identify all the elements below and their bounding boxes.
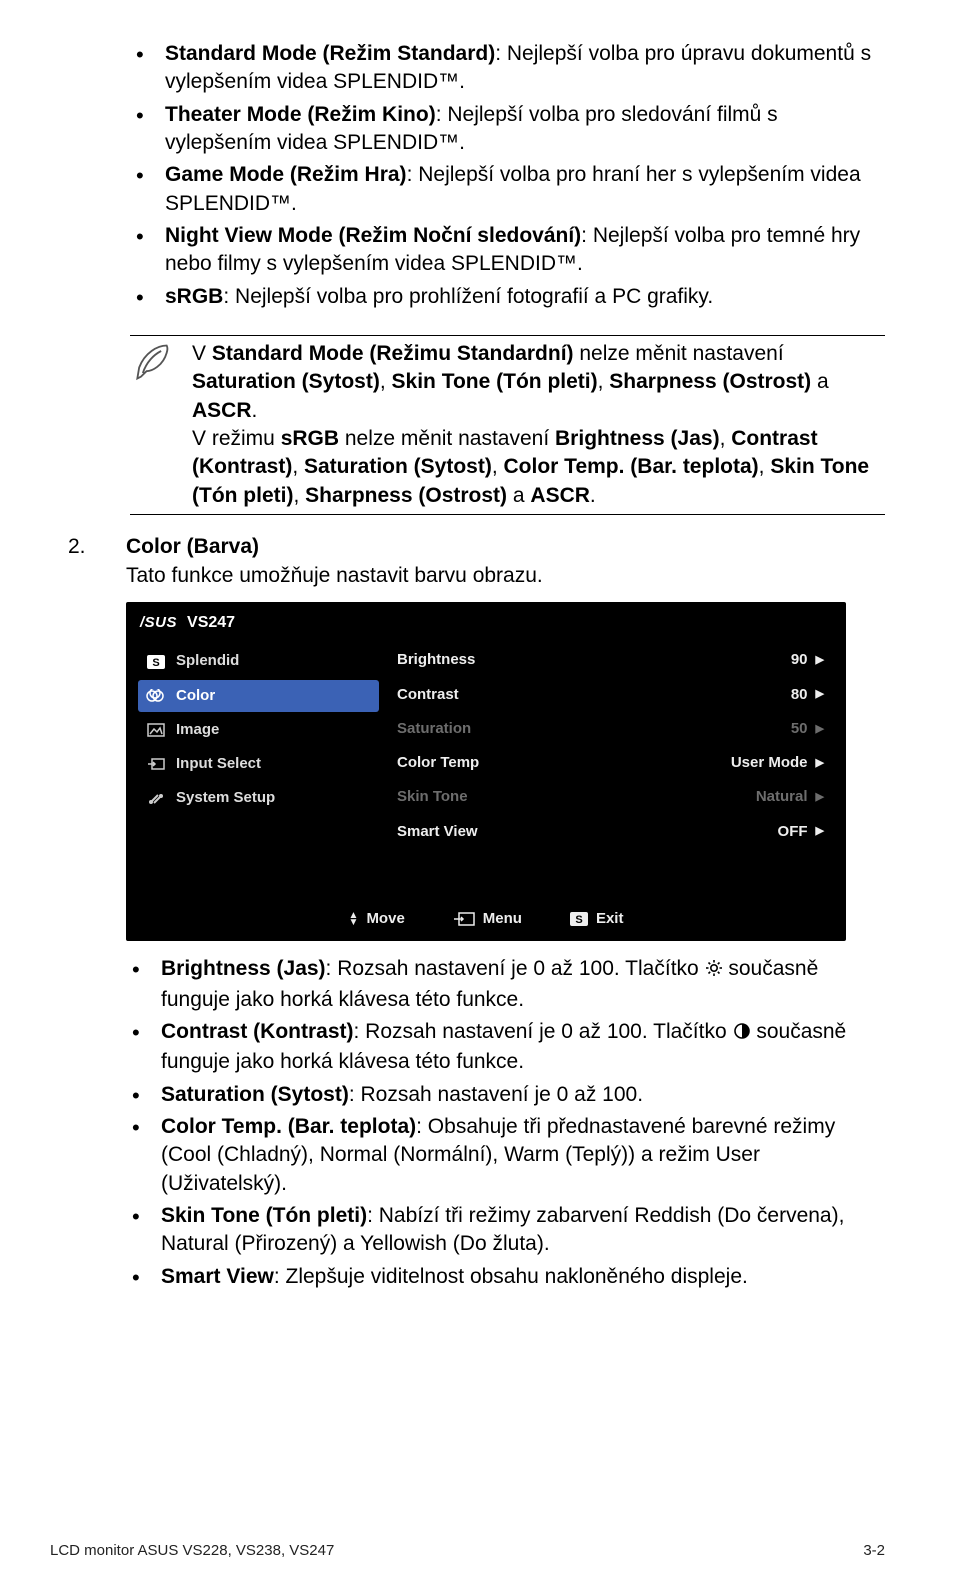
chevron-right-icon: ▶ <box>816 653 824 668</box>
menu-label: System Setup <box>176 788 275 808</box>
note-block: V Standard Mode (Režimu Standardní) nelz… <box>130 335 885 515</box>
osd-menu-color[interactable]: Color <box>138 680 379 712</box>
osd-footer-move[interactable]: ▲▼ Move <box>349 909 405 929</box>
input-icon <box>146 757 166 771</box>
footer-left: LCD monitor ASUS VS228, VS238, VS247 <box>50 1541 334 1561</box>
osd-menu: /SUS VS247 S Splendid Color Image <box>126 602 846 941</box>
mode-desc: : Nejlepší volba pro prohlížení fotograf… <box>223 285 713 308</box>
osd-footer: ▲▼ Move Menu S Exit <box>126 899 846 941</box>
mode-name: Night View Mode (Režim Noční sledování) <box>165 224 581 247</box>
contrast-icon <box>733 1020 751 1048</box>
asus-logo-icon: /SUS <box>140 613 177 633</box>
section-color: 2. Color (Barva) Tato funkce umožňuje na… <box>50 533 885 1295</box>
image-icon <box>146 723 166 737</box>
osd-footer-exit[interactable]: S Exit <box>570 909 624 929</box>
chevron-right-icon: ▶ <box>816 756 824 771</box>
osd-footer-menu[interactable]: Menu <box>453 909 522 929</box>
chevron-right-icon: ▶ <box>816 722 824 737</box>
chevron-right-icon: ▶ <box>816 790 824 805</box>
osd-row-brightness[interactable]: Brightness90▶ <box>391 643 830 677</box>
osd-menu-system-setup[interactable]: System Setup <box>138 782 379 814</box>
list-item: Brightness (Jas): Rozsah nastavení je 0 … <box>126 955 885 1014</box>
s-badge-icon: S <box>146 655 166 669</box>
svg-text:S: S <box>575 914 582 926</box>
list-item: Skin Tone (Tón pleti): Nabízí tři režimy… <box>126 1202 885 1259</box>
menu-label: Image <box>176 720 219 740</box>
mode-name: sRGB <box>165 285 223 308</box>
menu-label: Color <box>176 686 215 706</box>
list-item: Game Mode (Režim Hra): Nejlepší volba pr… <box>130 161 885 218</box>
list-item: Contrast (Kontrast): Rozsah nastavení je… <box>126 1018 885 1077</box>
osd-menu-image[interactable]: Image <box>138 714 379 746</box>
divider <box>130 514 885 515</box>
move-arrows-icon: ▲▼ <box>349 912 359 926</box>
list-item: Standard Mode (Režim Standard): Nejlepší… <box>130 40 885 97</box>
menu-label: Splendid <box>176 651 239 671</box>
menu-label: Input Select <box>176 754 261 774</box>
list-item: sRGB: Nejlepší volba pro prohlížení foto… <box>130 283 885 311</box>
footer-page-number: 3-2 <box>863 1541 885 1561</box>
osd-right-panel: Brightness90▶ Contrast80▶ Saturation50▶ … <box>391 639 846 899</box>
list-item: Saturation (Sytost): Rozsah nastavení je… <box>126 1081 885 1109</box>
list-item: Color Temp. (Bar. teplota): Obsahuje tři… <box>126 1113 885 1198</box>
chevron-right-icon: ▶ <box>816 687 824 702</box>
divider <box>130 335 885 336</box>
osd-left-menu: S Splendid Color Image Input Select <box>126 639 391 899</box>
osd-menu-splendid[interactable]: S Splendid <box>138 645 379 677</box>
s-badge-icon: S <box>570 912 588 926</box>
tools-icon <box>146 792 166 806</box>
list-item: Theater Mode (Režim Kino): Nejlepší volb… <box>130 101 885 158</box>
section-description: Tato funkce umožňuje nastavit barvu obra… <box>126 562 885 590</box>
osd-row-saturation: Saturation50▶ <box>391 712 830 746</box>
chevron-right-icon: ▶ <box>816 824 824 839</box>
osd-header: /SUS VS247 <box>126 602 846 640</box>
svg-text:S: S <box>152 657 159 669</box>
list-item: Smart View: Zlepšuje viditelnost obsahu … <box>126 1263 885 1291</box>
osd-row-skin-tone: Skin ToneNatural▶ <box>391 780 830 814</box>
osd-model: VS247 <box>187 612 235 634</box>
osd-row-contrast[interactable]: Contrast80▶ <box>391 678 830 712</box>
page-footer: LCD monitor ASUS VS228, VS238, VS247 3-2 <box>50 1541 885 1561</box>
splendid-modes-list: Standard Mode (Režim Standard) : Nejlepší… <box>50 40 885 311</box>
section-number: 2. <box>68 533 108 1295</box>
osd-row-smart-view[interactable]: Smart ViewOFF▶ <box>391 815 830 849</box>
mode-name: Theater Mode (Režim Kino) <box>165 103 436 126</box>
osd-row-color-temp[interactable]: Color TempUser Mode▶ <box>391 746 830 780</box>
sun-icon <box>705 957 723 985</box>
mode-name: Standard Mode (Režim Standard) <box>165 42 495 65</box>
list-item: Night View Mode (Režim Noční sledování):… <box>130 222 885 279</box>
color-options-list: Brightness (Jas): Rozsah nastavení je 0 … <box>126 955 885 1291</box>
note-text: V Standard Mode (Režimu Standardní) nelz… <box>192 340 885 510</box>
palette-icon <box>146 689 166 703</box>
section-title: Color (Barva) <box>126 533 885 561</box>
feather-icon <box>130 340 174 510</box>
osd-menu-input-select[interactable]: Input Select <box>138 748 379 780</box>
mode-name: Game Mode (Režim Hra) <box>165 163 407 186</box>
menu-enter-icon <box>453 912 475 926</box>
